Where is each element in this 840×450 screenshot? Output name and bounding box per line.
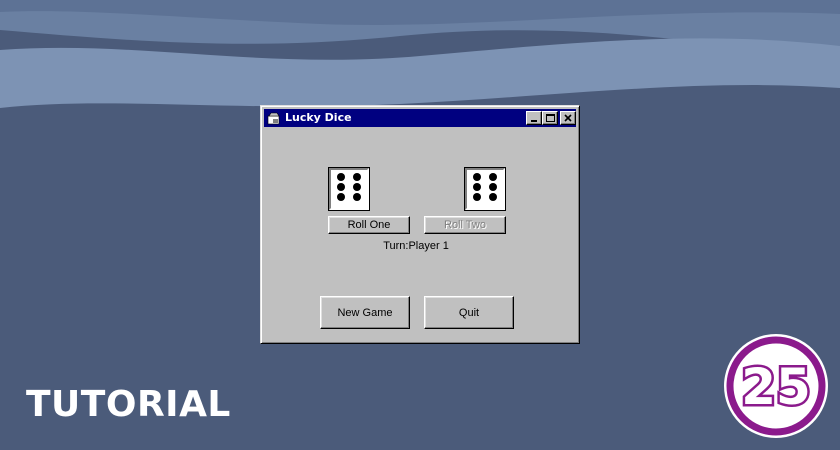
die-pip — [473, 193, 481, 201]
title-bar[interactable]: Lucky Dice — [264, 109, 576, 127]
die-pip — [489, 173, 497, 181]
die-pip — [337, 193, 345, 201]
window-app-icon[interactable] — [267, 111, 281, 125]
quit-button[interactable]: Quit — [424, 296, 514, 329]
die-pip — [337, 173, 345, 181]
roll-one-button[interactable]: Roll One — [328, 216, 410, 234]
maximize-icon — [546, 114, 555, 122]
die-pip — [489, 193, 497, 201]
window-title: Lucky Dice — [285, 111, 352, 124]
new-game-button[interactable]: New Game — [320, 296, 410, 329]
die-pip — [489, 183, 497, 191]
die-one — [328, 167, 370, 211]
roll-two-button[interactable]: Roll Two — [424, 216, 506, 234]
die-pip — [353, 193, 361, 201]
die-pip — [353, 173, 361, 181]
logo-text: 25 — [741, 358, 811, 416]
close-icon — [564, 114, 572, 122]
tutorial-heading: TUTORIAL — [26, 384, 231, 425]
die-two — [464, 167, 506, 211]
die-pip — [473, 173, 481, 181]
minimize-button[interactable] — [526, 111, 542, 125]
die-pip — [473, 183, 481, 191]
turn-status: Turn:Player 1 — [383, 240, 449, 252]
logo-25-badge: 25 — [724, 334, 828, 438]
close-button[interactable] — [560, 111, 576, 125]
die-pip — [353, 183, 361, 191]
minimize-icon — [531, 120, 537, 122]
lucky-dice-window: Lucky Dice Roll One Roll Two Turn:Player… — [260, 105, 580, 344]
die-pip — [337, 183, 345, 191]
maximize-button[interactable] — [542, 111, 558, 125]
